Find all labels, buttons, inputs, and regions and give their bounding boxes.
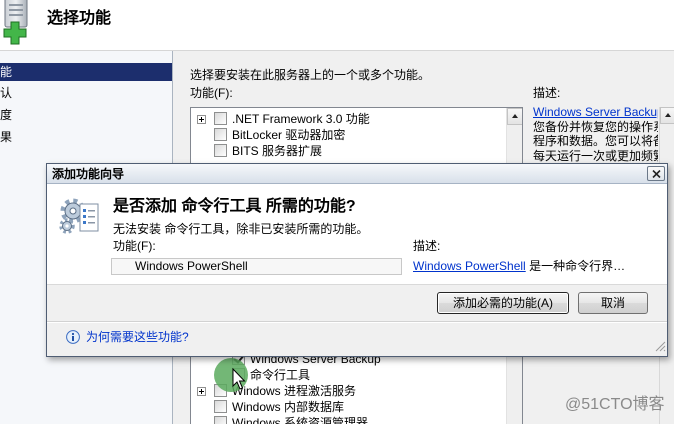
feature-row-bitlocker[interactable]: BitLocker 驱动器加密: [191, 127, 506, 143]
why-needed-link[interactable]: 为何需要这些功能?: [86, 330, 189, 344]
feature-label: .NET Framework 3.0 功能: [232, 112, 370, 126]
required-feature-item: Windows PowerShell: [135, 259, 248, 273]
description-link[interactable]: Windows Server Backup I: [533, 105, 658, 119]
dialog-description: Windows PowerShell 是一种命令行界…: [413, 259, 625, 274]
feature-label: 命令行工具: [250, 368, 311, 382]
close-button[interactable]: [647, 166, 665, 181]
expand-icon[interactable]: [197, 115, 206, 124]
feature-row-net-framework[interactable]: .NET Framework 3.0 功能: [191, 111, 506, 127]
sidebar-item-label: 度: [0, 108, 13, 122]
description-line: 程序和数据。您可以将备份: [533, 134, 658, 148]
mouse-pointer-icon: [214, 358, 248, 392]
dialog-subtext: 无法安装 命令行工具，除非已安装所需的功能。: [113, 222, 369, 236]
feature-label: BitLocker 驱动器加密: [232, 128, 346, 142]
dialog-description-label: 描述:: [413, 239, 441, 253]
feature-label: Windows 系统资源管理器: [232, 416, 369, 424]
powershell-link[interactable]: Windows PowerShell: [413, 259, 526, 273]
dialog-title: 添加功能向导: [52, 167, 125, 181]
dialog-heading: 是否添加 命令行工具 所需的功能?: [113, 198, 356, 215]
instruction-text: 选择要安装在此服务器上的一个或多个功能。: [190, 68, 431, 82]
sidebar-item-label: 果: [0, 130, 13, 144]
add-features-dialog: 添加功能向导 是否添加 命令行工具 所需的功能? 无法安装 命令行工具，除非已安…: [46, 163, 668, 357]
sidebar-item-progress[interactable]: 度: [0, 106, 172, 124]
add-features-server-icon: [3, 0, 28, 45]
description-line: 您备份并恢复您的操作系统: [533, 119, 658, 134]
cancel-button[interactable]: 取消: [578, 292, 648, 314]
sidebar-item-results[interactable]: 果: [0, 128, 172, 146]
feature-description: Windows Server Backup I 您备份并恢复您的操作系统 程序和…: [533, 105, 658, 163]
feature-checkbox[interactable]: [214, 128, 227, 141]
add-required-features-button[interactable]: 添加必需的功能(A): [437, 292, 569, 314]
sidebar-item-features[interactable]: 能: [0, 63, 172, 81]
page-title: 选择功能: [47, 10, 112, 27]
features-label: 功能(F):: [190, 86, 233, 100]
feature-row-resource-manager[interactable]: Windows 系统资源管理器: [191, 415, 506, 424]
features-gear-icon: [59, 198, 99, 234]
sidebar-item-label: 认: [0, 86, 13, 100]
dialog-description-text: 是一种命令行界…: [529, 259, 626, 273]
info-icon: [66, 330, 80, 344]
expand-icon[interactable]: [197, 387, 206, 396]
watermark: @51CTO博客: [565, 396, 665, 413]
description-label: 描述:: [533, 86, 561, 100]
footer-divider: [47, 321, 667, 323]
feature-checkbox[interactable]: [214, 144, 227, 157]
sidebar-item-confirmation[interactable]: 认: [0, 84, 172, 102]
required-features-list: Windows PowerShell: [111, 258, 402, 275]
feature-row-bits[interactable]: BITS 服务器扩展: [191, 143, 506, 159]
feature-label: Windows 内部数据库: [232, 400, 345, 414]
close-icon: [652, 170, 661, 178]
dialog-titlebar[interactable]: 添加功能向导: [47, 164, 667, 184]
scroll-up-arrow-icon[interactable]: [507, 108, 522, 125]
required-features-label: 功能(F):: [113, 239, 156, 253]
feature-checkbox[interactable]: [214, 416, 227, 424]
scroll-up-arrow-icon[interactable]: [660, 107, 674, 124]
resize-grip-icon[interactable]: [654, 340, 666, 353]
feature-label: BITS 服务器扩展: [232, 144, 323, 158]
feature-checkbox[interactable]: [214, 112, 227, 125]
feature-checkbox[interactable]: [214, 400, 227, 413]
wizard-header: 选择功能: [0, 0, 674, 51]
description-line: 每天运行一次或更加频繁，: [533, 148, 658, 163]
feature-row-internal-database[interactable]: Windows 内部数据库: [191, 399, 506, 415]
sidebar-item-label: 能: [0, 65, 13, 79]
